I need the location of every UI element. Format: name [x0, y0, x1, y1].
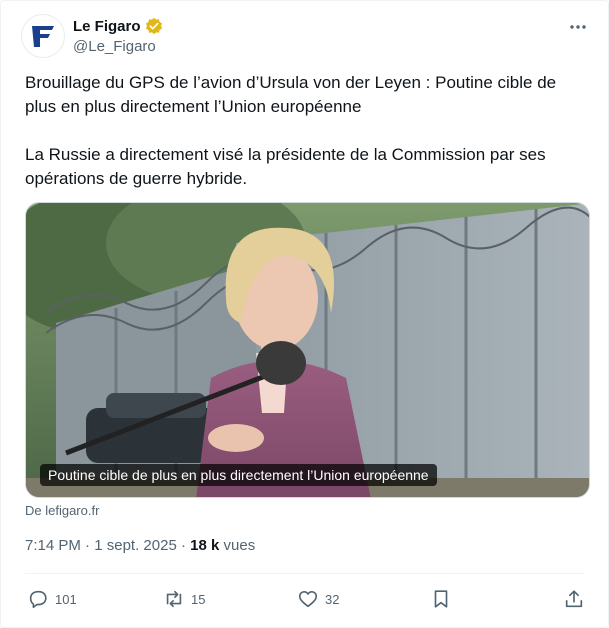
- verified-badge-icon: [145, 17, 162, 35]
- tweet-text: Brouillage du GPS de l’avion d’Ursula vo…: [25, 71, 585, 191]
- meta-separator: ·: [85, 537, 91, 554]
- repost-button[interactable]: 15: [163, 585, 205, 613]
- reply-count: 101: [55, 591, 77, 607]
- reply-icon: [29, 590, 47, 609]
- article-photo: [26, 203, 589, 497]
- le-figaro-logo-icon: [32, 26, 54, 47]
- account-handle[interactable]: @Le_Figaro: [73, 38, 156, 55]
- divider: [25, 573, 584, 574]
- views-label: vues: [223, 537, 256, 554]
- bookmark-button[interactable]: [430, 585, 452, 613]
- more-options-button[interactable]: [566, 15, 590, 39]
- action-bar: 101 15 32: [25, 585, 588, 613]
- link-card-image[interactable]: Poutine cible de plus en plus directemen…: [25, 202, 590, 498]
- repost-icon: [166, 590, 182, 608]
- like-icon: [298, 591, 318, 608]
- tweet-paragraph-2: La Russie a directement visé la présiden…: [25, 145, 546, 188]
- share-button[interactable]: [563, 585, 585, 613]
- like-button[interactable]: 32: [297, 585, 339, 613]
- like-count: 32: [325, 591, 340, 607]
- tweet-time[interactable]: 7:14 PM: [25, 537, 81, 554]
- tweet-paragraph-1: Brouillage du GPS de l’avion d’Ursula vo…: [25, 73, 557, 116]
- link-source[interactable]: De lefigaro.fr: [25, 503, 99, 518]
- meta-separator: ·: [180, 537, 186, 554]
- tweet-meta: 7:14 PM · 1 sept. 2025 · 18 k vues: [25, 537, 255, 554]
- account-name[interactable]: Le Figaro: [73, 18, 141, 35]
- reply-button[interactable]: 101: [27, 585, 77, 613]
- tweet-card: Le Figaro @Le_Figaro Brouillage du GPS d…: [0, 0, 609, 628]
- media-caption: Poutine cible de plus en plus directemen…: [40, 464, 437, 486]
- more-options-icon: [570, 25, 586, 29]
- views-count: 18 k: [190, 537, 220, 554]
- tweet-date[interactable]: 1 sept. 2025: [94, 537, 177, 554]
- bookmark-icon: [434, 590, 448, 608]
- share-icon: [565, 590, 583, 608]
- account-avatar[interactable]: [21, 14, 65, 58]
- repost-count: 15: [191, 591, 206, 607]
